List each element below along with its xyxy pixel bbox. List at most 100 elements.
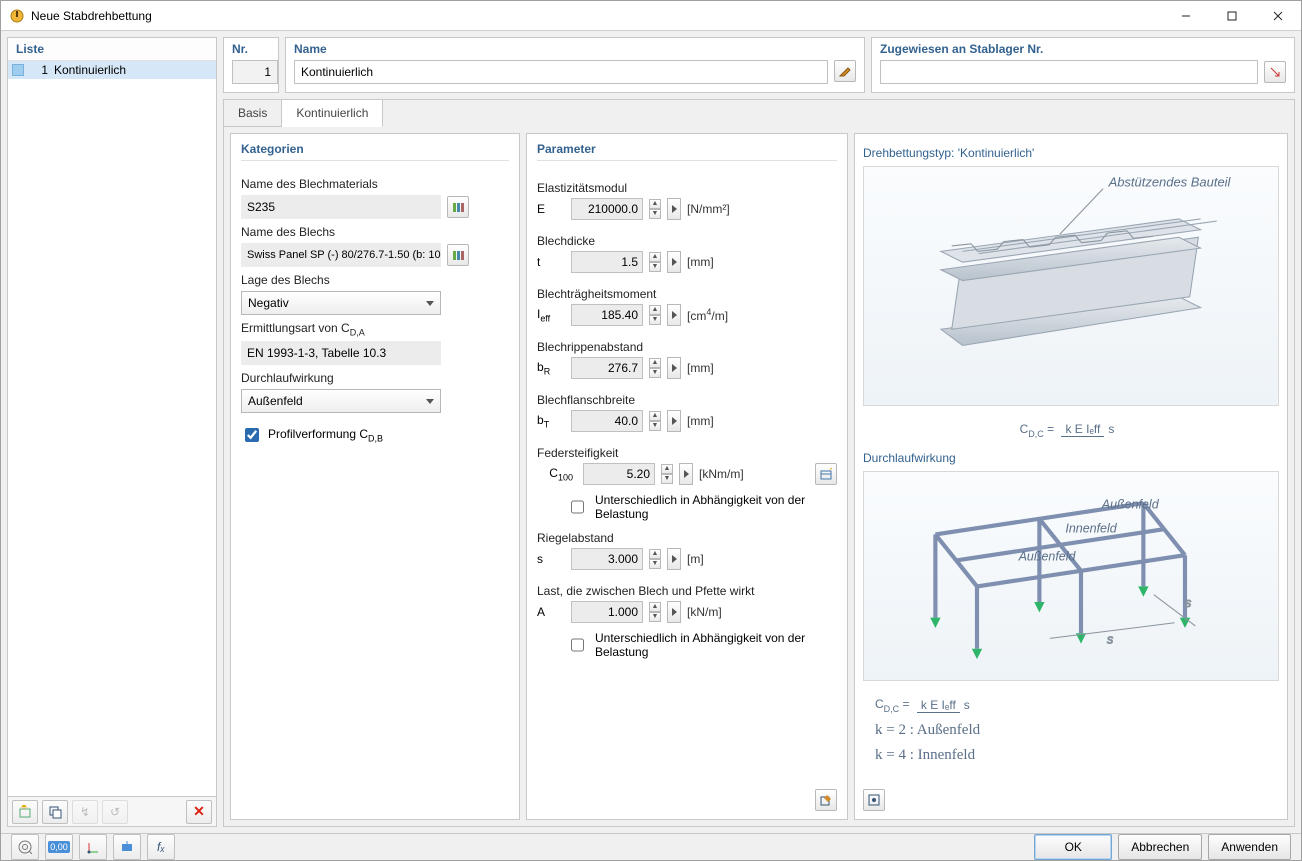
svg-text:Abstützendes Bauteil: Abstützendes Bauteil — [1108, 174, 1232, 189]
kategorien-title: Kategorien — [241, 142, 509, 161]
maximize-button[interactable] — [1209, 1, 1255, 30]
e-group-label: Elastizitätsmodul — [537, 181, 837, 195]
tab-kontinuierlich[interactable]: Kontinuierlich — [282, 100, 383, 127]
tab-basis[interactable]: Basis — [224, 100, 282, 127]
name-field-block: Name — [285, 37, 865, 93]
c100-diff-checkbox[interactable] — [571, 500, 584, 514]
dialog-footer: 0,00 fₓ OK Abbrechen Anwenden — [1, 833, 1301, 860]
svg-text:s: s — [1185, 596, 1191, 610]
close-button[interactable] — [1255, 1, 1301, 30]
list-panel: Liste 1 Kontinuierlich — [7, 37, 217, 797]
profil-checkbox-row[interactable]: Profilverformung CD,B — [241, 425, 509, 445]
list-toolbar: ✶ ↯ ↺ ✕ — [7, 797, 217, 827]
list-item-label: Kontinuierlich — [54, 63, 126, 77]
c100-unit: [kNm/m] — [699, 467, 744, 481]
app-icon — [9, 8, 25, 24]
k2-line: k = 2 : Außenfeld — [863, 722, 1279, 739]
svg-text:Außenfeld: Außenfeld — [1018, 550, 1077, 564]
material-field[interactable]: S235 — [241, 195, 441, 219]
br-input[interactable] — [571, 357, 643, 379]
minimize-button[interactable] — [1163, 1, 1209, 30]
bt-unit: [mm] — [687, 414, 714, 428]
pick-support-button[interactable] — [1264, 61, 1286, 83]
help-button[interactable] — [11, 834, 39, 860]
c100-table-button[interactable]: ✶ — [815, 463, 837, 485]
e-input[interactable] — [571, 198, 643, 220]
s-spinner[interactable]: ▲▼ — [649, 549, 661, 569]
a-unit: [kN/m] — [687, 605, 722, 619]
apply-button[interactable]: Anwenden — [1208, 834, 1291, 860]
c100-more-button[interactable] — [679, 463, 693, 485]
durchlauf-select[interactable]: Außenfeld — [241, 389, 441, 413]
lage-label: Lage des Blechs — [241, 273, 509, 287]
assign-input[interactable] — [880, 60, 1258, 84]
br-spinner[interactable]: ▲▼ — [649, 358, 661, 378]
a-group-label: Last, die zwischen Blech und Pfette wirk… — [537, 584, 837, 598]
blech-field[interactable]: Swiss Panel SP (-) 80/276.7-1.50 (b: 100… — [241, 243, 441, 267]
view-settings-button[interactable] — [863, 789, 885, 811]
edit-name-button[interactable] — [834, 60, 856, 82]
nr-label: Nr. — [232, 42, 270, 56]
t-spinner[interactable]: ▲▼ — [649, 252, 661, 272]
a-diff-row[interactable]: Unterschiedlich in Abhängigkeit von der … — [537, 631, 837, 659]
c100-spinner[interactable]: ▲▼ — [661, 464, 673, 484]
profil-checkbox[interactable] — [245, 428, 259, 442]
s-more-button[interactable] — [667, 548, 681, 570]
ok-button[interactable]: OK — [1034, 834, 1112, 860]
svg-text:✶: ✶ — [19, 805, 29, 813]
t-input[interactable] — [571, 251, 643, 273]
list-item[interactable]: 1 Kontinuierlich — [8, 61, 216, 79]
a-input[interactable] — [571, 601, 643, 623]
window-title: Neue Stabdrehbettung — [31, 9, 1163, 23]
ieff-spinner[interactable]: ▲▼ — [649, 305, 661, 325]
name-label: Name — [294, 42, 856, 56]
type-illustration: Abstützendes Bauteil — [863, 166, 1279, 406]
e-more-button[interactable] — [667, 198, 681, 220]
c100-diff-row[interactable]: Unterschiedlich in Abhängigkeit von der … — [537, 493, 837, 521]
new-item-button[interactable]: ✶ — [12, 800, 38, 824]
br-group-label: Blechrippenabstand — [537, 340, 837, 354]
e-spinner[interactable]: ▲▼ — [649, 199, 661, 219]
t-symbol: t — [537, 255, 565, 269]
coord-button[interactable] — [79, 834, 107, 860]
name-input[interactable] — [294, 60, 828, 84]
delete-item-button[interactable]: ✕ — [186, 800, 212, 824]
lage-select[interactable]: Negativ — [241, 291, 441, 315]
ieff-unit: [cm4/m] — [687, 307, 728, 323]
script-button[interactable]: fₓ — [147, 834, 175, 860]
blech-library-button[interactable] — [447, 244, 469, 266]
param-edit-button[interactable] — [815, 789, 837, 811]
s-input[interactable] — [571, 548, 643, 570]
e-unit: [N/mm²] — [687, 202, 730, 216]
t-more-button[interactable] — [667, 251, 681, 273]
material-label: Name des Blechmaterials — [241, 177, 509, 191]
copy-item-button[interactable] — [42, 800, 68, 824]
c100-group-label: Federsteifigkeit — [537, 446, 837, 460]
parameter-title: Parameter — [537, 142, 837, 161]
bt-input[interactable] — [571, 410, 643, 432]
material-library-button[interactable] — [447, 196, 469, 218]
br-more-button[interactable] — [667, 357, 681, 379]
ermittlung-field[interactable]: EN 1993-1-3, Tabelle 10.3 — [241, 341, 441, 365]
ieff-input[interactable] — [571, 304, 643, 326]
units-button[interactable]: 0,00 — [45, 834, 73, 860]
illustration-panel: Drehbettungstyp: 'Kontinuierlich' — [854, 133, 1288, 820]
nr-input[interactable] — [232, 60, 278, 84]
cancel-button[interactable]: Abbrechen — [1118, 834, 1202, 860]
c100-input[interactable] — [583, 463, 655, 485]
a-diff-checkbox[interactable] — [571, 638, 584, 652]
preview-button[interactable] — [113, 834, 141, 860]
a-diff-label: Unterschiedlich in Abhängigkeit von der … — [595, 631, 837, 659]
bt-more-button[interactable] — [667, 410, 681, 432]
a-more-button[interactable] — [667, 601, 681, 623]
chevron-down-icon — [426, 301, 434, 306]
bt-group-label: Blechflanschbreite — [537, 393, 837, 407]
bt-spinner[interactable]: ▲▼ — [649, 411, 661, 431]
parameter-panel: Parameter Elastizitätsmodul E ▲▼ [N/mm²]… — [526, 133, 848, 820]
ieff-more-button[interactable] — [667, 304, 681, 326]
a-symbol: A — [537, 605, 565, 619]
t-unit: [mm] — [687, 255, 714, 269]
a-spinner[interactable]: ▲▼ — [649, 602, 661, 622]
svg-text:✶: ✶ — [828, 468, 832, 475]
s-unit: [m] — [687, 552, 704, 566]
